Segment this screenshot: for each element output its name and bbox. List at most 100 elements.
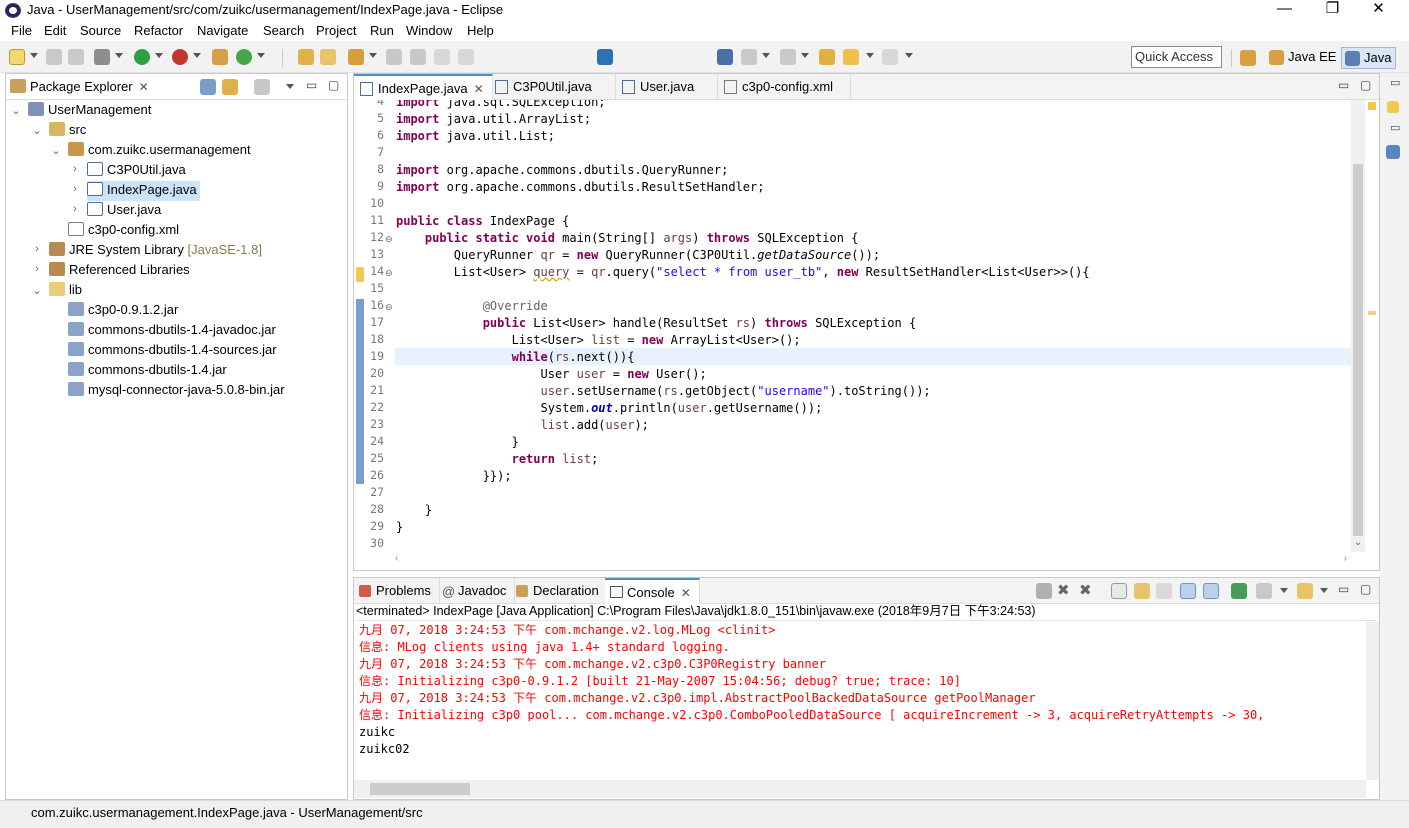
- chevron-right-icon[interactable]: ›: [31, 243, 43, 255]
- clear-console-icon[interactable]: [1111, 583, 1127, 599]
- maximize-view-icon[interactable]: ▢: [1360, 582, 1371, 596]
- tab-javadoc[interactable]: @ Javadoc: [436, 578, 516, 604]
- chevron-down-icon[interactable]: [369, 53, 377, 58]
- chevron-down-icon[interactable]: ⌄: [50, 144, 62, 157]
- open-console-icon[interactable]: [1297, 583, 1313, 599]
- chevron-right-icon[interactable]: ›: [31, 263, 43, 275]
- chevron-down-icon[interactable]: [30, 53, 38, 58]
- fold-collapse-icon[interactable]: ⊖: [385, 302, 393, 313]
- minimize-view-icon[interactable]: ▭: [306, 78, 317, 92]
- menu-project[interactable]: Project: [316, 23, 356, 38]
- chevron-right-icon[interactable]: ›: [69, 183, 81, 195]
- search-torch-icon[interactable]: [348, 49, 364, 65]
- menu-search[interactable]: Search: [263, 23, 304, 38]
- close-icon[interactable]: ✕: [681, 586, 691, 600]
- whitespace-icon[interactable]: [434, 49, 450, 65]
- maximize-view-icon[interactable]: ▢: [328, 78, 339, 92]
- menu-help[interactable]: Help: [467, 23, 494, 38]
- maximize-button[interactable]: ❐: [1310, 0, 1355, 21]
- focus-icon[interactable]: [254, 79, 270, 95]
- save-all-icon[interactable]: [68, 49, 84, 65]
- display-console-icon[interactable]: [1256, 583, 1272, 599]
- chevron-down-icon[interactable]: ⌄: [10, 104, 22, 117]
- tree-item-c3p0util[interactable]: C3P0Util.java: [87, 161, 186, 181]
- perspective-java-ee[interactable]: Java EE: [1266, 47, 1340, 69]
- console-horizontal-scrollbar[interactable]: [354, 780, 1366, 798]
- forward-arrow-icon[interactable]: [882, 49, 898, 65]
- prev-edit-icon[interactable]: [741, 49, 757, 65]
- menu-window[interactable]: Window: [406, 23, 452, 38]
- close-button[interactable]: ✕: [1356, 0, 1401, 21]
- paragraph-icon[interactable]: [458, 49, 474, 65]
- tab-user-java[interactable]: User.java: [616, 74, 718, 100]
- tab-indexpage-java[interactable]: IndexPage.java ✕: [354, 74, 493, 100]
- tree-item-jar[interactable]: commons-dbutils-1.4-javadoc.jar: [68, 321, 276, 341]
- chevron-down-icon[interactable]: [762, 53, 770, 58]
- vertical-scrollbar[interactable]: [1351, 100, 1365, 552]
- remove-launch-icon[interactable]: ✖: [1057, 581, 1070, 599]
- next-edit-icon[interactable]: [780, 49, 796, 65]
- word-wrap-icon[interactable]: [1156, 583, 1172, 599]
- minimize-view-icon[interactable]: ▭: [1338, 582, 1349, 596]
- scroll-lock-icon[interactable]: [1134, 583, 1150, 599]
- back-arrow-icon[interactable]: [843, 49, 859, 65]
- tree-item-package[interactable]: com.zuikc.usermanagement: [68, 141, 251, 161]
- outline-icon[interactable]: [1386, 145, 1400, 159]
- scrollbar-thumb[interactable]: [370, 783, 470, 795]
- tab-console[interactable]: Console ✕: [605, 578, 700, 604]
- chevron-down-icon[interactable]: [1280, 588, 1288, 593]
- restore-icon[interactable]: ▭: [1390, 121, 1400, 134]
- run-icon[interactable]: [134, 49, 150, 65]
- fold-collapse-icon[interactable]: ⊖: [385, 234, 393, 245]
- debug-gear-icon[interactable]: [94, 49, 110, 65]
- next-annotation-icon[interactable]: [717, 49, 733, 65]
- chevron-down-icon[interactable]: [193, 53, 201, 58]
- tree-item-indexpage[interactable]: IndexPage.java: [87, 181, 200, 201]
- code-editor[interactable]: 4 5 6 7 8 9 10 11 12 13 14 15 16 17 18 1…: [354, 100, 1351, 550]
- console-output[interactable]: 九月 07, 2018 3:24:53 下午 com.mchange.v2.lo…: [354, 622, 1366, 780]
- open-perspective-icon[interactable]: [1240, 50, 1256, 66]
- overview-ruler-marker[interactable]: [1368, 311, 1376, 315]
- scroll-right-icon[interactable]: ›: [1344, 553, 1347, 564]
- tree-item-jar[interactable]: commons-dbutils-1.4.jar: [68, 361, 227, 381]
- close-icon[interactable]: ✕: [139, 80, 149, 94]
- run-external-icon[interactable]: [172, 49, 188, 65]
- chevron-down-icon[interactable]: [115, 53, 123, 58]
- menu-run[interactable]: Run: [370, 23, 394, 38]
- menu-navigate[interactable]: Navigate: [197, 23, 248, 38]
- link-with-editor-icon[interactable]: [222, 79, 238, 95]
- perspective-java[interactable]: Java: [1341, 47, 1397, 69]
- menu-file[interactable]: File: [11, 23, 32, 38]
- scroll-left-icon[interactable]: ‹: [395, 553, 398, 564]
- tree-item-jar[interactable]: mysql-connector-java-5.0.8-bin.jar: [68, 381, 285, 401]
- build-icon[interactable]: [212, 49, 228, 65]
- restore-icon[interactable]: ▭: [1390, 76, 1400, 89]
- minimize-button[interactable]: —: [1262, 0, 1307, 21]
- open-folder-icon[interactable]: [320, 49, 336, 65]
- scrollbar-thumb[interactable]: [1353, 164, 1363, 536]
- chevron-right-icon[interactable]: ›: [69, 163, 81, 175]
- tree-item-c3p0-config[interactable]: c3p0-config.xml: [68, 221, 179, 241]
- chevron-down-icon[interactable]: [257, 53, 265, 58]
- menu-source[interactable]: Source: [80, 23, 121, 38]
- horizontal-scrollbar[interactable]: ‹ ›: [395, 552, 1351, 568]
- open-type-icon[interactable]: [298, 49, 314, 65]
- overview-warning-marker[interactable]: [1368, 102, 1376, 110]
- tree-item-jre[interactable]: JRE System Library [JavaSE-1.8]: [49, 241, 262, 261]
- pin-icon[interactable]: [386, 49, 402, 65]
- show-on-stdout-icon[interactable]: [1180, 583, 1196, 599]
- menu-refactor[interactable]: Refactor: [134, 23, 183, 38]
- task-list-icon[interactable]: [1387, 101, 1399, 113]
- chevron-right-icon[interactable]: ›: [69, 203, 81, 215]
- tree-item-src[interactable]: src: [49, 121, 86, 141]
- maximize-view-icon[interactable]: ▢: [1360, 78, 1371, 92]
- save-icon[interactable]: [46, 49, 62, 65]
- close-icon[interactable]: ✕: [474, 82, 484, 96]
- tab-c3p0util-java[interactable]: C3P0Util.java: [489, 74, 616, 100]
- coverage-icon[interactable]: [236, 49, 252, 65]
- menu-edit[interactable]: Edit: [44, 23, 66, 38]
- chevron-down-icon[interactable]: ⌄: [31, 124, 43, 137]
- monitor-icon[interactable]: [597, 49, 613, 65]
- tree-item-user[interactable]: User.java: [87, 201, 161, 221]
- scroll-down-icon[interactable]: ⌄: [1354, 537, 1362, 548]
